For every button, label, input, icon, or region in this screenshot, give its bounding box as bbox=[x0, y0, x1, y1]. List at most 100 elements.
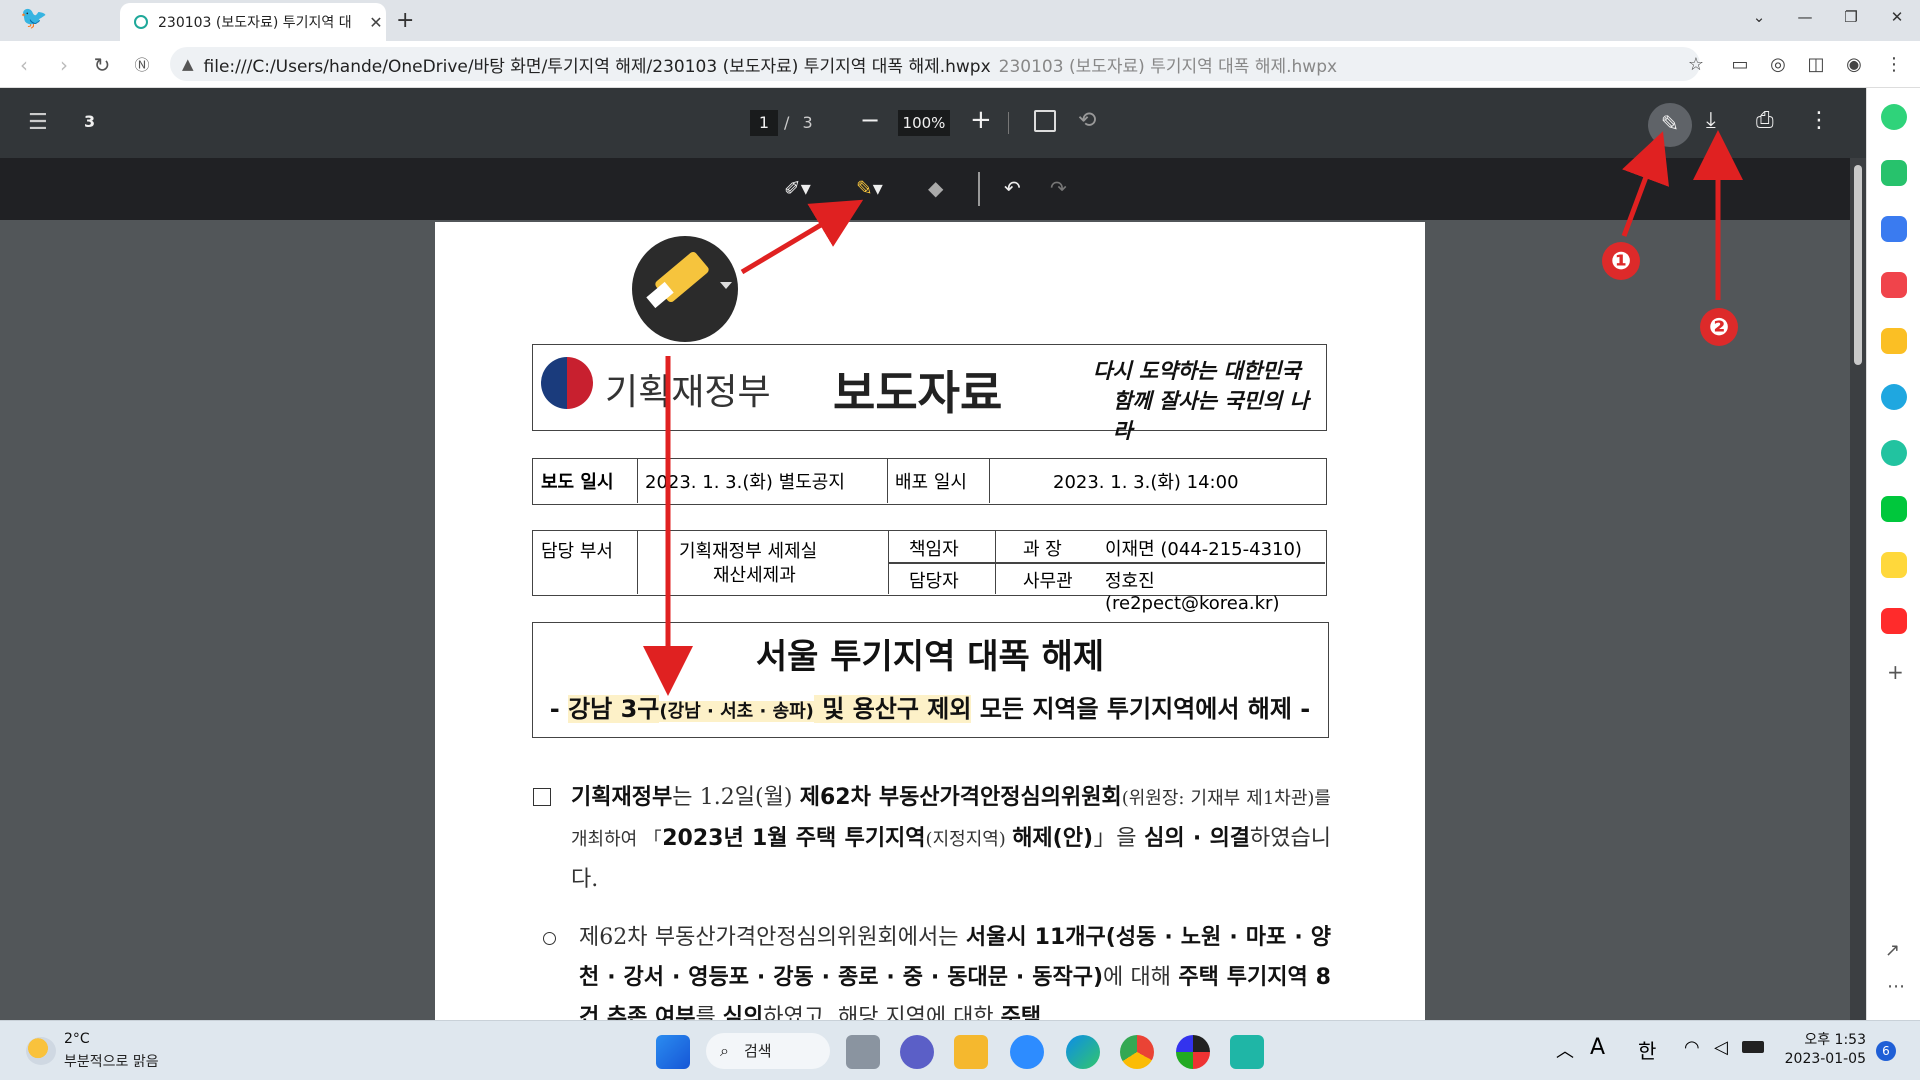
rotate-icon[interactable]: ⟲ bbox=[1078, 108, 1096, 133]
browser-toolbar: ‹ › ↻ Ⓝ ▲ file:///C:/Users/hande/OneDriv… bbox=[0, 41, 1920, 88]
sidebar-briefcase-icon[interactable] bbox=[1881, 216, 1907, 242]
zoom-in-button[interactable]: + bbox=[970, 105, 992, 135]
sidebar-add-icon[interactable]: + bbox=[1887, 660, 1904, 684]
tab-search-chevron-icon[interactable]: ⌄ bbox=[1736, 0, 1782, 34]
sidebar-webtoon-icon[interactable] bbox=[1881, 496, 1907, 522]
profile-decoration-icon: 🐦 bbox=[20, 6, 48, 31]
doc-type-title: 보도자료 bbox=[833, 366, 1003, 420]
teams-chat-icon[interactable] bbox=[900, 1035, 934, 1069]
p1-bold-3: 2023년 1월 주택 투기지역 bbox=[662, 826, 926, 851]
checkbox-bullet bbox=[533, 788, 551, 806]
step-marker-1: ❶ bbox=[1602, 242, 1640, 280]
sidebar-app-green-icon[interactable] bbox=[1881, 104, 1907, 130]
clock-time[interactable]: 오후 1:53 bbox=[1780, 1029, 1866, 1049]
redo-icon[interactable]: ↷ bbox=[1050, 176, 1067, 200]
sidebar-now-icon[interactable] bbox=[1881, 608, 1907, 634]
dept-info-row: 담당 부서 기획재정부 세제실 재산세제과 책임자 담당자 과 장 이재면 (0… bbox=[532, 530, 1327, 614]
subhead-prefix: - bbox=[549, 695, 569, 723]
close-window-button[interactable]: ✕ bbox=[1874, 0, 1920, 34]
profile-icon[interactable]: ◉ bbox=[1840, 51, 1868, 79]
site-info-warning-icon[interactable]: ▲ bbox=[182, 55, 194, 73]
ime-mode-a[interactable]: A bbox=[1590, 1035, 1605, 1060]
page-number-input[interactable]: 1 bbox=[750, 110, 778, 136]
snagit-icon[interactable] bbox=[1176, 1035, 1210, 1069]
browser-tab-active[interactable]: 230103 (보도자료) 투기지역 대 ✕ bbox=[120, 3, 386, 41]
slogan-line2: 함께 잘사는 국민의 나라 bbox=[1113, 388, 1309, 443]
distribute-value: 2023. 1. 3.(화) 14:00 bbox=[1053, 472, 1239, 493]
wifi-icon[interactable]: ◠ bbox=[1684, 1037, 1700, 1058]
url-text: file:///C:/Users/hande/OneDrive/바탕 화면/투기… bbox=[203, 56, 991, 77]
task-view-icon[interactable] bbox=[846, 1035, 880, 1069]
zoom-input[interactable]: 100% bbox=[898, 110, 950, 136]
taskbar-search[interactable]: ⌕ 검색 bbox=[706, 1033, 830, 1069]
fit-to-page-icon[interactable] bbox=[1034, 110, 1056, 132]
battery-icon[interactable] bbox=[1742, 1041, 1764, 1053]
clock-date[interactable]: 2023-01-05 bbox=[1780, 1051, 1866, 1067]
browser-menu-icon[interactable]: ⋮ bbox=[1880, 51, 1908, 79]
forward-button[interactable]: › bbox=[50, 51, 78, 79]
weather-desc[interactable]: 부분적으로 맑음 bbox=[64, 1051, 159, 1071]
sidebar-settings-icon[interactable]: ⋯ bbox=[1887, 976, 1905, 997]
pen-tool-icon[interactable]: ✐▾ bbox=[784, 176, 811, 200]
new-tab-button[interactable]: + bbox=[396, 8, 414, 33]
sidebar-notes-icon[interactable] bbox=[1881, 552, 1907, 578]
start-button[interactable] bbox=[656, 1035, 690, 1069]
sidebar-chat-icon[interactable] bbox=[1881, 160, 1907, 186]
header-box: 기획재정부 보도자료 다시 도약하는 대한민국 함께 잘사는 국민의 나라 bbox=[532, 344, 1327, 443]
highlighter-tool-icon[interactable]: ✎▾ bbox=[856, 176, 883, 200]
highlighter-callout-icon bbox=[632, 236, 738, 342]
distribute-label: 배포 일시 bbox=[895, 472, 967, 493]
sidebar-external-icon[interactable]: ↗ bbox=[1885, 940, 1900, 961]
back-button[interactable]: ‹ bbox=[10, 51, 38, 79]
pdf-page: 기획재정부 보도자료 다시 도약하는 대한민국 함께 잘사는 국민의 나라 보도… bbox=[435, 222, 1425, 1022]
p1-bold-2: 제62차 부동산가격안정심의위원회 bbox=[799, 785, 1122, 810]
tab-close-icon[interactable]: ✕ bbox=[366, 13, 386, 32]
active-app-icon[interactable] bbox=[1230, 1035, 1264, 1069]
scrollbar-thumb[interactable] bbox=[1854, 165, 1862, 365]
sidebar-menu-icon[interactable]: ☰ bbox=[28, 110, 48, 135]
window-controls: ⌄ — ❐ ✕ bbox=[1736, 0, 1920, 34]
ministry-name: 기획재정부 bbox=[605, 372, 771, 413]
file-explorer-icon[interactable] bbox=[954, 1035, 988, 1069]
weather-icon[interactable] bbox=[26, 1037, 56, 1065]
ime-mode-han[interactable]: 한 bbox=[1638, 1035, 1656, 1064]
undo-icon[interactable]: ↶ bbox=[1004, 176, 1021, 200]
sidebar-star-icon[interactable] bbox=[1881, 328, 1907, 354]
toolbar-divider bbox=[1008, 112, 1009, 134]
tab-favicon-icon bbox=[134, 15, 148, 29]
more-options-icon[interactable]: ⋮ bbox=[1808, 108, 1830, 133]
edge-browser-icon[interactable] bbox=[1066, 1035, 1100, 1069]
reload-button[interactable]: ↻ bbox=[88, 51, 116, 79]
subhead-highlighted-c: 및 용산구 제외 bbox=[813, 695, 972, 723]
sidebar-pocket-icon[interactable] bbox=[1881, 272, 1907, 298]
download-icon[interactable]: ⤓ bbox=[1706, 108, 1716, 133]
cast-icon[interactable]: ▭ bbox=[1726, 51, 1754, 79]
p2-text-1: 제62차 부동산가격안정심의위원회에서는 bbox=[579, 925, 966, 950]
address-bar[interactable]: ▲ file:///C:/Users/hande/OneDrive/바탕 화면/… bbox=[170, 47, 1700, 81]
screenshot-icon[interactable]: ◎ bbox=[1764, 51, 1792, 79]
annotate-pen-button[interactable]: ✎ bbox=[1648, 103, 1692, 147]
print-icon[interactable]: ⎙ bbox=[1756, 108, 1774, 133]
chrome-browser-icon[interactable] bbox=[1120, 1035, 1154, 1069]
p1-bold-5: 심의 · 의결 bbox=[1144, 826, 1251, 851]
bookmark-star-icon[interactable]: ☆ bbox=[1682, 51, 1710, 79]
zoom-app-icon[interactable] bbox=[1010, 1035, 1044, 1069]
sidebar-play-icon[interactable] bbox=[1881, 440, 1907, 466]
release-value: 2023. 1. 3.(화) 별도공지 bbox=[645, 472, 845, 493]
circle-bullet bbox=[543, 932, 556, 945]
weather-temp[interactable]: 2°C bbox=[64, 1031, 90, 1047]
page-separator: / bbox=[784, 113, 790, 132]
sidebar-edge-icon[interactable] bbox=[1881, 384, 1907, 410]
minimize-button[interactable]: — bbox=[1782, 0, 1828, 34]
notion-extension-icon[interactable]: Ⓝ bbox=[128, 51, 156, 79]
zoom-out-button[interactable]: − bbox=[860, 106, 880, 134]
staff-label: 담당자 bbox=[909, 571, 959, 592]
tray-overflow-icon[interactable]: ︿ bbox=[1556, 1037, 1574, 1063]
restore-button[interactable]: ❐ bbox=[1828, 0, 1874, 34]
notification-badge[interactable]: 6 bbox=[1876, 1041, 1896, 1061]
headline-box: 서울 투기지역 대폭 해제 - 강남 3구(강남 · 서초 · 송파) 및 용산… bbox=[532, 622, 1329, 738]
eraser-tool-icon[interactable]: ◆ bbox=[928, 176, 943, 200]
volume-icon[interactable]: ◁ bbox=[1714, 1037, 1728, 1058]
side-panel-icon[interactable]: ◫ bbox=[1802, 51, 1830, 79]
headline-subtitle: - 강남 3구(강남 · 서초 · 송파) 및 용산구 제외 모든 지역을 투기… bbox=[533, 689, 1327, 724]
